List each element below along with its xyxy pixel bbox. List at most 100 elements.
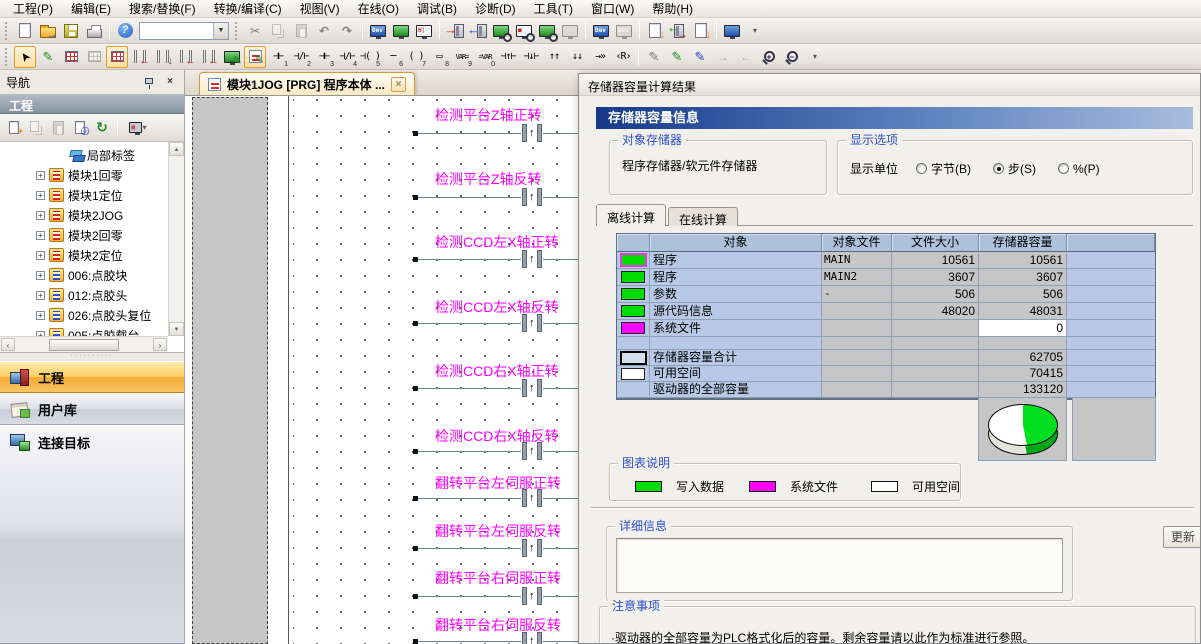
ladder-jump-button[interactable]: →» [589,46,611,68]
ladder-contact-open-button[interactable]: ⊣⊢1 [267,46,289,68]
remote-operation-button[interactable] [721,20,743,42]
menu-item-view[interactable]: 视图(V) [291,0,349,18]
intelligent-module-button[interactable]: Dev [590,20,612,42]
ladder-edge-rise-parallel-button[interactable]: ↑↑ [543,46,565,68]
menu-item-window[interactable]: 窗口(W) [582,0,643,18]
toolbar-grip[interactable] [235,22,240,40]
rising-edge-contact[interactable]: ↑ [521,124,543,142]
header-object[interactable]: 对象 [650,234,822,252]
rising-edge-contact[interactable]: ↑ [521,188,543,206]
statement-edit-button[interactable]: ✎ [666,46,688,68]
expand-toggle[interactable]: + [36,191,45,200]
rising-edge-contact[interactable]: ↑ [521,587,543,605]
save-project-button[interactable] [60,20,82,42]
copy-button[interactable] [267,20,289,42]
copy-data-button[interactable] [26,118,46,138]
cut-button[interactable]: ✂ [244,20,266,42]
scroll-left-arrow[interactable]: ‹ [1,338,15,351]
table-summary-row[interactable]: 存储器容量合计 62705 [617,350,1155,366]
toolbar-grip[interactable] [5,48,10,66]
grid-display-2-button[interactable] [83,46,105,68]
tree-horizontal-scrollbar[interactable]: ‹ › [0,336,168,352]
paste-data-button[interactable] [48,118,68,138]
scroll-up-arrow[interactable]: ▲ [169,142,184,156]
nav-button-project[interactable]: 工程 [0,361,184,393]
zoom-in-button[interactable]: + [758,46,780,68]
tab-online-calc[interactable]: 在线计算 [668,207,738,226]
comment-edit-button[interactable]: ✎ [643,46,665,68]
monitor-stop-button[interactable]: ■ [513,20,535,42]
tree-item-module1-position[interactable]: +模块1定位 [36,185,123,205]
paste-button[interactable] [290,20,312,42]
table-summary-row[interactable]: 可用空间 70415 [617,366,1155,382]
rising-edge-contact[interactable]: ↑ [521,489,543,507]
monitor-write-button[interactable] [559,20,581,42]
expand-toggle[interactable]: + [36,251,45,260]
dialog-titlebar[interactable]: 存储器容量计算结果 [579,74,1200,96]
monitor-mode-button[interactable] [536,20,558,42]
table-row[interactable]: 系统文件 0 [617,320,1155,337]
indent-increase-button[interactable]: → [712,46,734,68]
rising-edge-contact[interactable]: ↑ [521,250,543,268]
scroll-thumb[interactable] [49,339,119,351]
tab-close-button[interactable]: × [391,77,406,92]
note-edit-button[interactable]: ✎ [689,46,711,68]
radio-byte[interactable]: 字节(B) [916,160,971,177]
note-batch-button[interactable]: ↓ [690,20,712,42]
rising-edge-contact[interactable]: ↑ [521,539,543,557]
tree-item-module2-position[interactable]: +模块2定位 [36,245,123,265]
tree-item-local-label[interactable]: 局部标签 [70,145,135,165]
tree-item-026[interactable]: +026:点胶头复位 [36,305,151,325]
ladder-var-reset-button[interactable]: =VAR0 [474,46,496,68]
tab-offline-calc[interactable]: 离线计算 [596,204,666,226]
rising-edge-contact[interactable]: ↑ [521,632,543,644]
header-capacity[interactable]: 存储器容量 [979,234,1067,252]
document-tab[interactable]: 模块1JOG [PRG] 程序本体 ... × [199,72,415,95]
open-project-button[interactable]: → [37,20,59,42]
device-monitor-button[interactable] [390,20,412,42]
expand-toggle[interactable]: + [36,231,45,240]
menu-item-online[interactable]: 在线(O) [349,0,408,18]
update-button[interactable]: 更新 [1163,526,1201,548]
ladder-contact-open-parallel-button[interactable]: ⊣⊢3 [313,46,335,68]
ladder-hline-button[interactable]: ─6 [382,46,404,68]
new-file-button[interactable] [14,20,36,42]
expand-toggle[interactable]: + [36,171,45,180]
table-row[interactable]: 程序 MAIN 10561 10561 [617,252,1155,269]
expand-toggle[interactable]: + [36,311,45,320]
device-comment-button[interactable]: Dev [367,20,389,42]
zoom-out-button[interactable]: − [781,46,803,68]
menu-item-diagnostics[interactable]: 诊断(D) [466,0,525,18]
menu-item-find-replace[interactable]: 搜索/替换(F) [120,0,205,18]
menu-item-debug[interactable]: 调试(B) [408,0,466,18]
ladder-coil-button[interactable]: ⊣( )5 [359,46,381,68]
ladder-contact-close-button[interactable]: ⊣/⊢2 [290,46,312,68]
expand-toggle[interactable]: + [36,211,45,220]
menu-item-edit[interactable]: 编辑(E) [62,0,120,18]
rung-delete-button[interactable]: ↓ [152,46,174,68]
combo-dropdown-icon[interactable]: ▼ [213,23,228,39]
table-row[interactable]: 源代码信息 48020 48031 [617,303,1155,320]
nav-button-user-library[interactable]: 用户库 [0,393,184,425]
toolbar-grip[interactable] [5,22,10,40]
ladder-contact-close-parallel-button[interactable]: ⊣/⊢4 [336,46,358,68]
statement-batch-button[interactable]: ↓ [644,20,666,42]
scroll-right-arrow[interactable]: › [153,338,167,351]
inline-st-button[interactable]: ✎ [244,46,266,68]
tree-item-module2-jog[interactable]: +模块2JOG [36,205,123,225]
header-file[interactable]: 对象文件 [822,234,892,252]
monitor-start-button[interactable] [490,20,512,42]
undo-button[interactable]: ↶ [313,20,335,42]
expand-toggle[interactable]: + [36,291,45,300]
device-test-button[interactable]: ✎ [221,46,243,68]
program-select-combo[interactable]: ▼ [139,22,229,40]
ladder-instruction-button[interactable]: ▭8 [428,46,450,68]
rising-edge-contact[interactable]: ↑ [521,442,543,460]
radio-percent[interactable]: %(P) [1058,162,1100,176]
pin-button[interactable] [141,75,157,89]
ladder-edge-rise-button[interactable]: ⊣↑⊢ [497,46,519,68]
ladder-var-set-button[interactable]: VAR=9 [451,46,473,68]
print-button[interactable] [83,20,105,42]
toolbar-overflow-button[interactable]: ▾ [804,46,826,68]
ladder-pointer-button[interactable]: ‹R› [612,46,634,68]
